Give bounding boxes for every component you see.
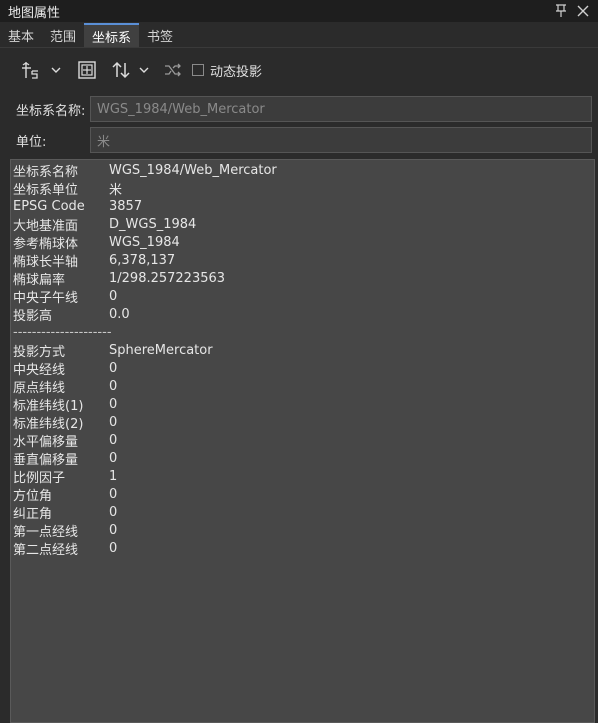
info-row: 投影方式 SphereMercator xyxy=(11,341,594,360)
info-key: 坐标系单位 xyxy=(13,182,79,198)
info-row: 中央经线 0 xyxy=(11,359,594,378)
info-key: 水平偏移量 xyxy=(13,434,79,450)
info-key: 投影方式 xyxy=(13,344,66,360)
crs-info-panel[interactable]: 坐标系名称 WGS_1984/Web_Mercator 坐标系单位米 EPSG Cod… xyxy=(10,159,595,723)
window-title: 地图属性 xyxy=(8,5,61,21)
pin-icon[interactable] xyxy=(554,4,568,18)
info-value: D_WGS_1984 xyxy=(109,216,197,232)
tab-basic[interactable]: 基本 xyxy=(0,23,42,47)
info-key: 标准纬线(1) xyxy=(13,398,84,414)
info-key: 中央子午线 xyxy=(13,290,79,306)
info-row: 纠正角 0 xyxy=(11,503,594,522)
toolbar: 动态投影 xyxy=(0,50,598,90)
info-value: 3857 xyxy=(109,198,143,214)
info-key: 比例因子 xyxy=(13,470,66,486)
info-row: 椭球长半轴 6,378,137 xyxy=(11,251,594,270)
info-key: EPSG Code xyxy=(13,198,85,214)
info-value: 0 xyxy=(109,504,118,520)
info-key: 坐标系名称 xyxy=(13,164,79,180)
crs-name-value: WGS_1984/Web_Mercator xyxy=(97,101,265,117)
shuffle-icon[interactable] xyxy=(162,59,184,81)
unit-row: 单位: 米 xyxy=(0,127,598,153)
info-key: 第二点经线 xyxy=(13,542,79,558)
dynamic-projection-checkbox[interactable] xyxy=(192,64,204,76)
crs-name-label: 坐标系名称: xyxy=(16,103,86,119)
info-row: 第二点经线 0 xyxy=(11,539,594,558)
info-row: 标准纬线(1) 0 xyxy=(11,395,594,414)
tab-bar: 基本 范围 坐标系 书签 xyxy=(0,22,598,48)
info-key: 椭球长半轴 xyxy=(13,254,79,270)
info-row: 大地基准面 D_WGS_1984 xyxy=(11,215,594,234)
info-value: 0.0 xyxy=(109,306,130,322)
crs-name-field[interactable]: WGS_1984/Web_Mercator xyxy=(90,96,592,122)
frame-crosshair-icon[interactable] xyxy=(76,59,98,81)
info-value: 0 xyxy=(109,378,118,394)
info-key: 垂直偏移量 xyxy=(13,452,79,468)
info-key: 方位角 xyxy=(13,488,53,504)
tab-coordinate-system[interactable]: 坐标系 xyxy=(84,23,140,47)
info-row: 方位角 0 xyxy=(11,485,594,504)
info-value: 0 xyxy=(109,360,118,376)
info-row: EPSG Code 3857 xyxy=(11,197,594,215)
info-key: 中央经线 xyxy=(13,362,66,378)
close-icon[interactable] xyxy=(576,4,590,18)
info-value: 0 xyxy=(109,522,118,538)
unit-value: 米 xyxy=(97,134,111,150)
tab-extent[interactable]: 范围 xyxy=(42,23,84,47)
unit-label: 单位: xyxy=(16,134,47,150)
info-row: 原点纬线 0 xyxy=(11,377,594,396)
info-value: 1 xyxy=(109,468,118,484)
info-key: 第一点经线 xyxy=(13,524,79,540)
info-row: 坐标系单位 米 xyxy=(11,179,594,198)
info-value: 0 xyxy=(109,288,118,304)
info-row: 标准纬线(2) 0 xyxy=(11,413,594,432)
info-row: 参考椭球体 WGS_1984 xyxy=(11,233,594,252)
info-value: 1/298.257223563 xyxy=(109,270,226,286)
info-list-bottom: 投影方式 SphereMercator 中央经线 0 原点纬线 0 标准纬线(1) 0 标准纬线… xyxy=(11,341,594,558)
info-key: 投影高 xyxy=(13,308,53,324)
info-row: 椭球扁率 1/298.257223563 xyxy=(11,269,594,288)
info-row: 坐标系名称 WGS_1984/Web_Mercator xyxy=(11,161,594,180)
info-row: 第一点经线 0 xyxy=(11,521,594,540)
info-value: 0 xyxy=(109,396,118,412)
info-value: 0 xyxy=(109,414,118,430)
info-value: 0 xyxy=(109,432,118,448)
info-value: 0 xyxy=(109,540,118,556)
info-value: WGS_1984 xyxy=(109,234,180,250)
crs-name-row: 坐标系名称: WGS_1984/Web_Mercator xyxy=(0,96,598,122)
info-key: 原点纬线 xyxy=(13,380,66,396)
info-key: 椭球扁率 xyxy=(13,272,66,288)
info-divider: --------------------- xyxy=(13,324,112,340)
dynamic-projection-toggle[interactable]: 动态投影 xyxy=(192,61,262,80)
dynamic-projection-label: 动态投影 xyxy=(210,64,263,80)
tab-bookmarks[interactable]: 书签 xyxy=(139,23,181,47)
window-titlebar: 地图属性 xyxy=(0,0,598,22)
info-key: 大地基准面 xyxy=(13,218,79,234)
info-value: 0 xyxy=(109,450,118,466)
info-value: WGS_1984/Web_Mercator xyxy=(109,162,277,178)
info-row: 比例因子 1 xyxy=(11,467,594,486)
info-row: 投影高 0.0 xyxy=(11,305,594,324)
info-key: 参考椭球体 xyxy=(13,236,79,252)
info-key: 标准纬线(2) xyxy=(13,416,84,432)
unit-field[interactable]: 米 xyxy=(90,127,592,153)
info-value: SphereMercator xyxy=(109,342,213,358)
info-list-top: 坐标系名称 WGS_1984/Web_Mercator 坐标系单位米 EPSG Cod… xyxy=(11,161,594,324)
info-value: 6,378,137 xyxy=(109,252,176,268)
info-row: 垂直偏移量 0 xyxy=(11,449,594,468)
chevron-down-icon[interactable] xyxy=(136,62,152,78)
info-key: 纠正角 xyxy=(13,506,53,522)
info-row: 中央子午线 0 xyxy=(11,287,594,306)
info-row: 水平偏移量 0 xyxy=(11,431,594,450)
info-value: 米 xyxy=(109,182,123,198)
chevron-down-icon[interactable] xyxy=(48,62,64,78)
info-value: 0 xyxy=(109,486,118,502)
sort-arrows-icon[interactable] xyxy=(110,59,132,81)
coordinate-system-icon[interactable] xyxy=(20,59,42,81)
